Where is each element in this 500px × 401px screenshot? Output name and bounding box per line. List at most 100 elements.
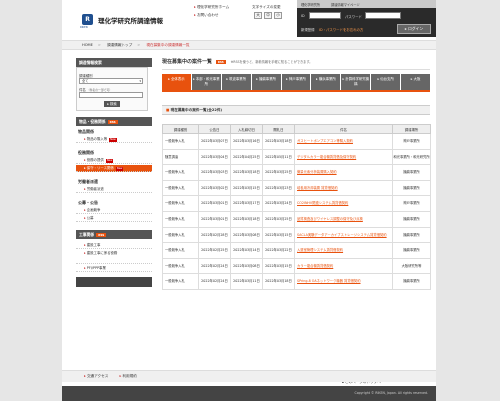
row-subject-link[interactable]: 微量元素分析装置購入契約 [294,164,393,181]
divider [162,69,430,70]
row-type: 一般競争入札 [162,210,199,228]
footer-terms-link[interactable]: 利用規約 [120,374,137,378]
sidebar-item-goods-purchase[interactable]: 物品の購入等New [76,136,152,143]
sidebar-item-construction[interactable]: 建設工事 [76,242,152,249]
row-place: 播磨事業所 [392,273,431,290]
login-button[interactable]: ▸ ログイン [397,24,431,34]
type-select[interactable]: 全て [79,78,143,84]
row-notice-date: 2022年02月24日 [198,273,231,290]
row-type: 一般競争入札 [162,164,199,181]
tab-all[interactable]: 全体表示 [162,74,191,90]
row-subject-link[interactable]: デジタルカラー複合機賃貸借及保守契約 [294,148,393,166]
row-notice-date: 2022年03月04日 [198,148,231,166]
page-title-text: 現在募集中の案件一覧 [162,59,213,65]
sidebar-item-public-offering[interactable]: 公募 [76,215,152,222]
sidebar-item-pfi-ppp[interactable]: PFI/PPP事業 [76,265,152,272]
sidebar-item-labor-dispatch[interactable]: 労働者派遣 [76,186,152,193]
tab-yokohama[interactable]: 横浜事業所 [311,74,341,90]
row-deadline: 2022年03月08日 [230,257,263,275]
row-type: 随意調達 [162,148,199,166]
goods-header: 物品・役務関係 RSS [76,117,152,126]
tab-wako[interactable]: 本部・和光事業所 [191,74,221,90]
row-opening-date: 2022年03月15日 [262,226,295,244]
riken-logo[interactable]: R [82,14,93,25]
goods-header-title: 物品・役務関係 [79,119,106,124]
row-subject-link[interactable]: 品質検査及びワイヤレス調整の保守及び点検 [294,210,393,228]
login-tab-mypage[interactable]: 調達情報マイページ [331,2,360,7]
row-notice-date: 2022年03月02日 [198,179,231,197]
row-opening-date: 2022年03月22日 [262,242,295,259]
sidebar-item-label: 労働者派遣 [86,187,104,191]
row-subject-link[interactable]: SPring-8 OAネットワーク機器 賃貸借契約 [294,273,393,290]
row-type: 一般競争入札 [162,226,199,244]
row-notice-date: 2022年02月28日 [198,226,231,244]
breadcrumb-procurement-top[interactable]: 調達情報トップ [107,43,132,47]
breadcrumb-separator: > [97,43,101,47]
row-deadline: 2022年03月17日 [230,195,263,212]
col-type: 調達種別 [162,124,199,134]
sidebar-item-planning-competition[interactable]: 企画競争 [76,207,152,214]
new-badge: New [115,167,124,171]
row-type: 一般競争入札 [162,179,199,197]
row-place: 和光事業所・和光研究所 [392,148,431,166]
sidebar-item-label: 物品の購入等 [86,137,108,141]
sidebar-item-label: 公募 [86,216,94,220]
site-title[interactable]: 理化学研究所調達情報 [98,15,163,25]
search-button[interactable]: ▸ 検索 [104,101,120,107]
tab-harima[interactable]: 播磨事業所 [251,74,281,90]
row-place: 大阪研究所等 [392,257,431,275]
font-size-medium-button[interactable]: 中 [264,12,272,19]
row-type: 一般競争入札 [162,133,199,150]
contact-link[interactable]: お問い合わせ [194,13,219,18]
rss-icon[interactable]: RSS [215,59,226,64]
table-row: 一般競争入札 2022年02月25日 2022年03月14日 2022年03月2… [162,242,431,259]
password-label: パスワード [345,15,362,19]
col-subject: 件名 [294,124,393,134]
tab-osaka[interactable]: 大阪 [401,74,431,90]
col-opening-date: 開札日 [262,124,295,134]
row-place: 播磨事業所 [392,226,431,244]
row-type: 一般競争入札 [162,257,199,275]
row-type: 一般競争入札 [162,242,199,259]
password-input[interactable] [365,12,401,19]
tab-kobe[interactable]: 神戸事業所 [281,74,311,90]
sidebar-item-label: PFI/PPP事業 [86,266,106,270]
row-deadline: 2022年03月08日 [230,226,263,244]
login-tab-riken[interactable]: 理化学研究所 [301,2,320,7]
riken-logo-sub: RIKEN [80,26,88,29]
register-link[interactable]: 新規登録 [301,27,315,32]
sidebar-item-maintenance-lease[interactable]: 保守・リース関係New [76,165,152,172]
breadcrumb-home[interactable]: HOME [82,43,93,47]
row-subject-link[interactable]: SACLA実験データアーカイブストレージシステム賃貸借契約 [294,226,393,244]
row-subject-link[interactable]: CO2INHV関連システム賃貸借契約 [294,195,393,212]
sidebar-item-construction-services[interactable]: 建設工事に係る役務 [76,250,152,264]
name-input[interactable] [79,92,143,98]
name-label-text: 件名 [79,88,86,92]
row-subject-link[interactable]: 入退室管理システム賃貸借契約 [294,242,393,259]
font-size-label: 文字サイズの変更 [252,5,281,9]
row-subject-link[interactable]: 培養用冷却装置 賃貸借契約 [294,179,393,197]
font-size-large-button[interactable]: 大 [254,12,262,19]
new-badge: New [105,159,114,163]
row-deadline: 2022年03月18日 [230,210,263,228]
goods-rss-icon[interactable]: RSS [107,120,118,124]
tab-tsukuba[interactable]: 筑波事業所 [221,74,251,90]
forgot-password-link[interactable]: ID・パスワードをお忘れの方 [319,27,363,32]
public-section: 公募・公告 [78,200,98,205]
row-notice-date: 2022年02月24日 [198,257,231,275]
tab-computational-science[interactable]: 計算科学研究機構 [341,74,371,90]
tab-sendai[interactable]: 仙台支所 [371,74,401,90]
row-deadline: 2022年04月25日 [230,148,263,166]
row-notice-date: 2022年02月25日 [198,242,231,259]
sidebar-item-service-provision[interactable]: 役務の提供New [76,157,152,164]
font-size-small-button[interactable]: 小 [274,12,282,19]
riken-home-link[interactable]: 理化学研究所ホーム [194,5,229,10]
id-input[interactable] [309,12,341,19]
login-box-tabs: 理化学研究所 調達情報マイページ [297,0,436,8]
works-rss-icon[interactable]: RSS [96,233,107,237]
row-subject-link[interactable]: カラー複合機賃貸借契約 [294,257,393,275]
page: R RIKEN 理化学研究所調達情報 理化学研究所ホーム お問い合わせ 文字サイ… [62,0,436,401]
row-opening-date: 2022年03月23日 [262,179,295,197]
row-subject-link[interactable]: ガスヒートポンプエアコン等購入契約 [294,133,393,150]
footer-access-link[interactable]: 交通アクセス [84,374,108,378]
